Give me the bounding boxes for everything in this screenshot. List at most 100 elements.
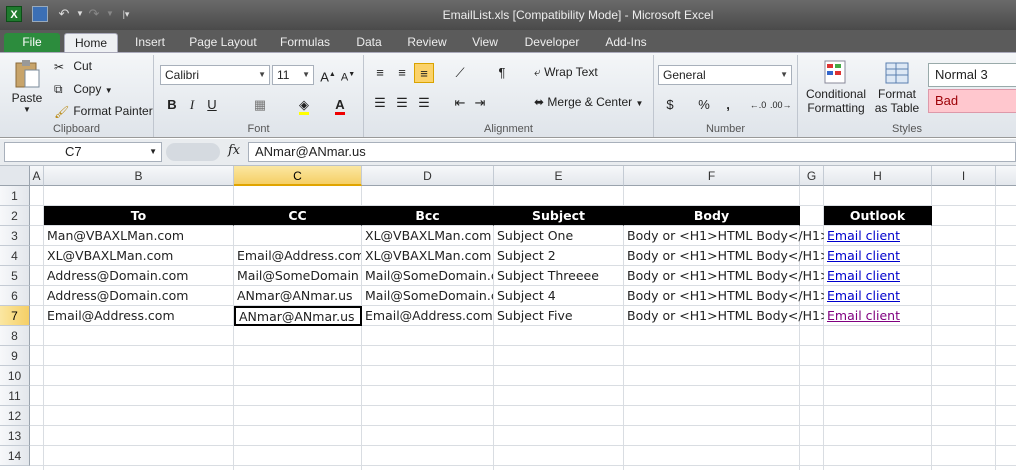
cell-subject[interactable]: Subject 2 <box>494 246 624 266</box>
currency-button[interactable]: $ <box>660 95 680 115</box>
percent-button[interactable]: % <box>694 95 714 115</box>
cell-outlook-link[interactable]: Email client <box>824 246 932 266</box>
fill-color-icon[interactable]: ◈ <box>294 95 314 115</box>
select-all-corner[interactable] <box>0 166 30 186</box>
row-header-3[interactable]: 3 <box>0 226 30 246</box>
row-header-4[interactable]: 4 <box>0 246 30 266</box>
cell-bcc[interactable]: Mail@SomeDomain.c <box>362 286 494 306</box>
cell-outlook-link[interactable]: Email client <box>824 286 932 306</box>
name-box[interactable]: C7 ▼ <box>4 142 162 162</box>
tab-data[interactable]: Data <box>344 33 394 52</box>
cell-e2-header-subject[interactable]: Subject <box>494 206 624 226</box>
cell-to[interactable]: Email@Address.com <box>44 306 234 326</box>
formula-bar-splitter[interactable] <box>166 143 220 161</box>
borders-icon[interactable]: ▦ <box>250 95 270 115</box>
underline-button[interactable]: U <box>202 95 222 115</box>
row-header-7[interactable]: 7 <box>0 306 30 326</box>
decrease-decimal-icon[interactable]: .00→ <box>770 95 792 115</box>
align-bottom-icon[interactable]: ≡ <box>414 63 434 83</box>
row-header-13[interactable]: 13 <box>0 426 30 446</box>
cell-subject[interactable]: Subject One <box>494 226 624 246</box>
cell-b2-header-to[interactable]: To <box>44 206 234 226</box>
column-header-e[interactable]: E <box>494 166 624 186</box>
row-header-11[interactable]: 11 <box>0 386 30 406</box>
cell-cc[interactable]: Mail@SomeDomain <box>234 266 362 286</box>
cell-subject[interactable]: Subject 4 <box>494 286 624 306</box>
orientation-icon[interactable]: ⟋ <box>450 63 470 83</box>
cell-body[interactable]: Body or <H1>HTML Body</H1> <box>624 226 824 246</box>
cell-to[interactable]: Man@VBAXLMan.com <box>44 226 234 246</box>
increase-font-icon[interactable]: A▲ <box>318 65 338 85</box>
bold-button[interactable]: B <box>162 95 182 115</box>
tab-review[interactable]: Review <box>400 33 454 52</box>
tab-insert[interactable]: Insert <box>124 33 176 52</box>
decrease-font-icon[interactable]: A▼ <box>338 65 358 85</box>
cell-subject[interactable]: Subject Five <box>494 306 624 326</box>
column-header-d[interactable]: D <box>362 166 494 186</box>
text-direction-icon[interactable]: ¶ <box>492 63 512 83</box>
tab-add-ins[interactable]: Add-Ins <box>594 33 658 52</box>
cell-bcc[interactable]: Email@Address.com <box>362 306 494 326</box>
column-header-f[interactable]: F <box>624 166 800 186</box>
comma-button[interactable]: , <box>718 95 738 115</box>
cell-to[interactable]: Address@Domain.com <box>44 286 234 306</box>
align-right-icon[interactable]: ☰ <box>414 93 434 113</box>
cell-f2-header-body[interactable]: Body <box>624 206 800 226</box>
row-header-6[interactable]: 6 <box>0 286 30 306</box>
cell-c2-header-cc[interactable]: CC <box>234 206 362 226</box>
paste-button[interactable]: Paste ▼ <box>10 59 44 115</box>
row-header-2[interactable]: 2 <box>0 206 30 226</box>
format-as-table-button[interactable]: Format as Table <box>872 59 922 115</box>
wrap-text-button[interactable]: ⤶ Wrap Text <box>534 65 598 80</box>
row-header-8[interactable]: 8 <box>0 326 30 346</box>
row-header-12[interactable]: 12 <box>0 406 30 426</box>
tab-page-layout[interactable]: Page Layout <box>182 33 264 52</box>
align-center-icon[interactable]: ☰ <box>392 93 412 113</box>
column-header-g[interactable]: G <box>800 166 824 186</box>
row-header-5[interactable]: 5 <box>0 266 30 286</box>
align-middle-icon[interactable]: ≡ <box>392 63 412 83</box>
cell-outlook-link[interactable]: Email client <box>824 226 932 246</box>
cell-body[interactable]: Body or <H1>HTML Body</H1> <box>624 286 824 306</box>
formula-input[interactable]: ANmar@ANmar.us <box>248 142 1016 162</box>
column-header-a[interactable]: A <box>30 166 44 186</box>
cell-body[interactable]: Body or <H1>HTML Body</H1> <box>624 306 824 326</box>
italic-button[interactable]: I <box>182 95 202 115</box>
row-header-9[interactable]: 9 <box>0 346 30 366</box>
cell-body[interactable]: Body or <H1>HTML Body</H1> <box>624 246 824 266</box>
cell-body[interactable]: Body or <H1>HTML Body</H1> <box>624 266 824 286</box>
column-header-h[interactable]: H <box>824 166 932 186</box>
tab-file[interactable]: File <box>4 33 60 52</box>
tab-home[interactable]: Home <box>64 33 118 52</box>
copy-button[interactable]: ⧉ Copy ▼ <box>54 82 113 97</box>
font-size-select[interactable]: 11 ▼ <box>272 65 314 85</box>
cell-to[interactable]: XL@VBAXLMan.com <box>44 246 234 266</box>
tab-view[interactable]: View <box>460 33 510 52</box>
cell-bcc[interactable]: XL@VBAXLMan.com <box>362 246 494 266</box>
conditional-formatting-button[interactable]: Conditional Formatting <box>802 59 870 115</box>
column-header-b[interactable]: B <box>44 166 234 186</box>
cell-bcc[interactable]: Mail@SomeDomain.c <box>362 266 494 286</box>
number-format-select[interactable]: General ▼ <box>658 65 792 85</box>
column-header-c[interactable]: C <box>234 166 362 186</box>
align-left-icon[interactable]: ☰ <box>370 93 390 113</box>
cell-bcc[interactable]: XL@VBAXLMan.com <box>362 226 494 246</box>
cut-button[interactable]: ✂ Cut <box>54 59 92 74</box>
cell-cc[interactable]: Email@Address.com <box>234 246 362 266</box>
tab-developer[interactable]: Developer <box>516 33 588 52</box>
row-header-1[interactable]: 1 <box>0 186 30 206</box>
cell-h2-header-outlook[interactable]: Outlook <box>824 206 932 226</box>
align-top-icon[interactable]: ≡ <box>370 63 390 83</box>
tab-formulas[interactable]: Formulas <box>272 33 338 52</box>
cell-cc[interactable]: ANmar@ANmar.us <box>234 286 362 306</box>
row-header-10[interactable]: 10 <box>0 366 30 386</box>
merge-center-button[interactable]: ⬌ Merge & Center ▼ <box>534 95 643 109</box>
cell-d2-header-bcc[interactable]: Bcc <box>362 206 494 226</box>
style-normal-3[interactable]: Normal 3 <box>928 63 1016 87</box>
increase-indent-icon[interactable]: ⇥ <box>470 93 490 113</box>
column-header-i[interactable]: I <box>932 166 996 186</box>
increase-decimal-icon[interactable]: ←.0 <box>748 95 768 115</box>
insert-function-icon[interactable]: fx <box>228 143 240 158</box>
decrease-indent-icon[interactable]: ⇤ <box>450 93 470 113</box>
cell-outlook-link[interactable]: Email client <box>824 266 932 286</box>
